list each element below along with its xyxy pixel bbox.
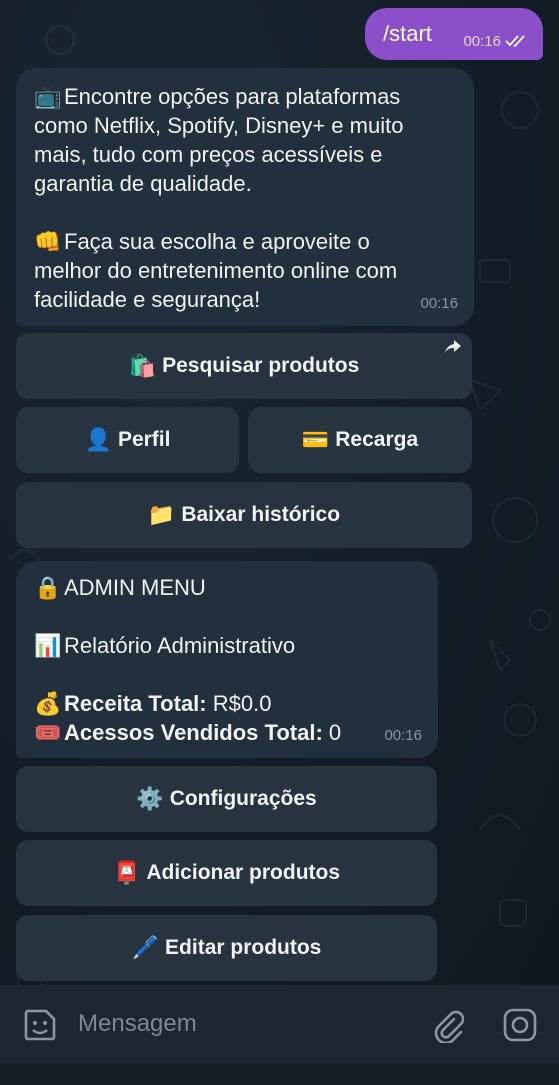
recharge-button[interactable]: 💳 Recarga [248,407,472,473]
pen-icon: 🖊️ [131,935,160,960]
admin-message[interactable]: 🔒 ADMIN MENU 📊 Relatório Administrativo 💰 R… [16,561,438,758]
profile-button[interactable]: 👤 Perfil [16,407,239,473]
message-composer [0,985,559,1063]
ticket-icon: 🎟️ [34,720,62,745]
message-meta: 00:16 [463,33,529,50]
message-input[interactable] [78,1005,398,1043]
paperclip-icon[interactable] [430,1007,464,1043]
edit-products-button[interactable]: 🖊️ Editar produtos [16,915,437,981]
search-products-label: Pesquisar produtos [162,354,360,377]
revenue-value: R$0.0 [212,691,272,716]
share-arrow-icon [445,340,461,353]
revenue-row: 💰 Receita Total: R$0.0 [34,689,424,718]
fist-icon: 👊 [34,229,62,254]
revenue-label: Receita Total: [64,691,207,716]
edit-products-label: Editar produtos [165,936,322,959]
lock-icon: 🔒 [34,575,62,600]
line-spacer [34,198,460,227]
double-check-icon [505,35,525,48]
welcome-line: garantia de qualidade. [34,171,252,196]
money-bag-icon: 💰 [34,691,62,716]
outgoing-message[interactable]: /start 00:16 [365,8,543,60]
message-time: 00:16 [384,727,422,744]
television-icon: 📺 [34,84,62,109]
folder-icon: 📁 [147,502,176,527]
search-products-button[interactable]: 🛍️ Pesquisar produtos [16,333,472,399]
welcome-line: como Netflix, Spotify, Disney+ e muito [34,113,404,138]
person-icon: 👤 [84,427,112,452]
welcome-line: 📺 Encontre opções para plataformas [34,84,401,109]
download-history-button[interactable]: 📁 Baixar histórico [16,482,472,548]
outgoing-text: /start [383,21,432,46]
settings-button[interactable]: ⚙️ Configurações [16,766,437,832]
add-products-label: Adicionar produtos [146,861,341,884]
camera-icon[interactable] [502,1007,538,1043]
message-time: 00:16 [463,32,501,50]
message-time: 00:16 [420,295,458,312]
download-history-label: Baixar histórico [181,503,341,526]
line-spacer [34,602,424,631]
line-spacer [34,660,424,689]
navigation-bar [0,1063,559,1085]
sticker-icon[interactable] [22,1007,58,1043]
welcome-line: facilidade e segurança! [34,287,261,312]
bar-chart-icon: 📊 [34,633,62,658]
settings-label: Configurações [169,787,317,810]
mailbox-icon: 📮 [112,860,141,885]
sold-value: 0 [328,720,342,745]
sold-label: Acessos Vendidos Total: [64,720,323,745]
gear-icon: ⚙️ [136,786,164,811]
welcome-line: 👊 Faça sua escolha e aproveite o [34,229,370,254]
admin-title: 🔒 ADMIN MENU [34,575,206,600]
profile-label: Perfil [117,428,171,451]
admin-report-title: 📊 Relatório Administrativo [34,633,296,658]
recharge-label: Recarga [335,428,419,451]
add-products-button[interactable]: 📮 Adicionar produtos [16,840,437,906]
sold-row: 🎟️ Acessos Vendidos Total: 0 [34,718,424,747]
card-icon: 💳 [301,427,330,452]
shopping-bag-icon: 🛍️ [128,353,157,378]
welcome-message[interactable]: 📺 Encontre opções para plataformas como N… [16,68,474,326]
welcome-line: melhor do entretenimento online com [34,258,398,283]
welcome-line: mais, tudo com preços acessíveis e [34,142,383,167]
